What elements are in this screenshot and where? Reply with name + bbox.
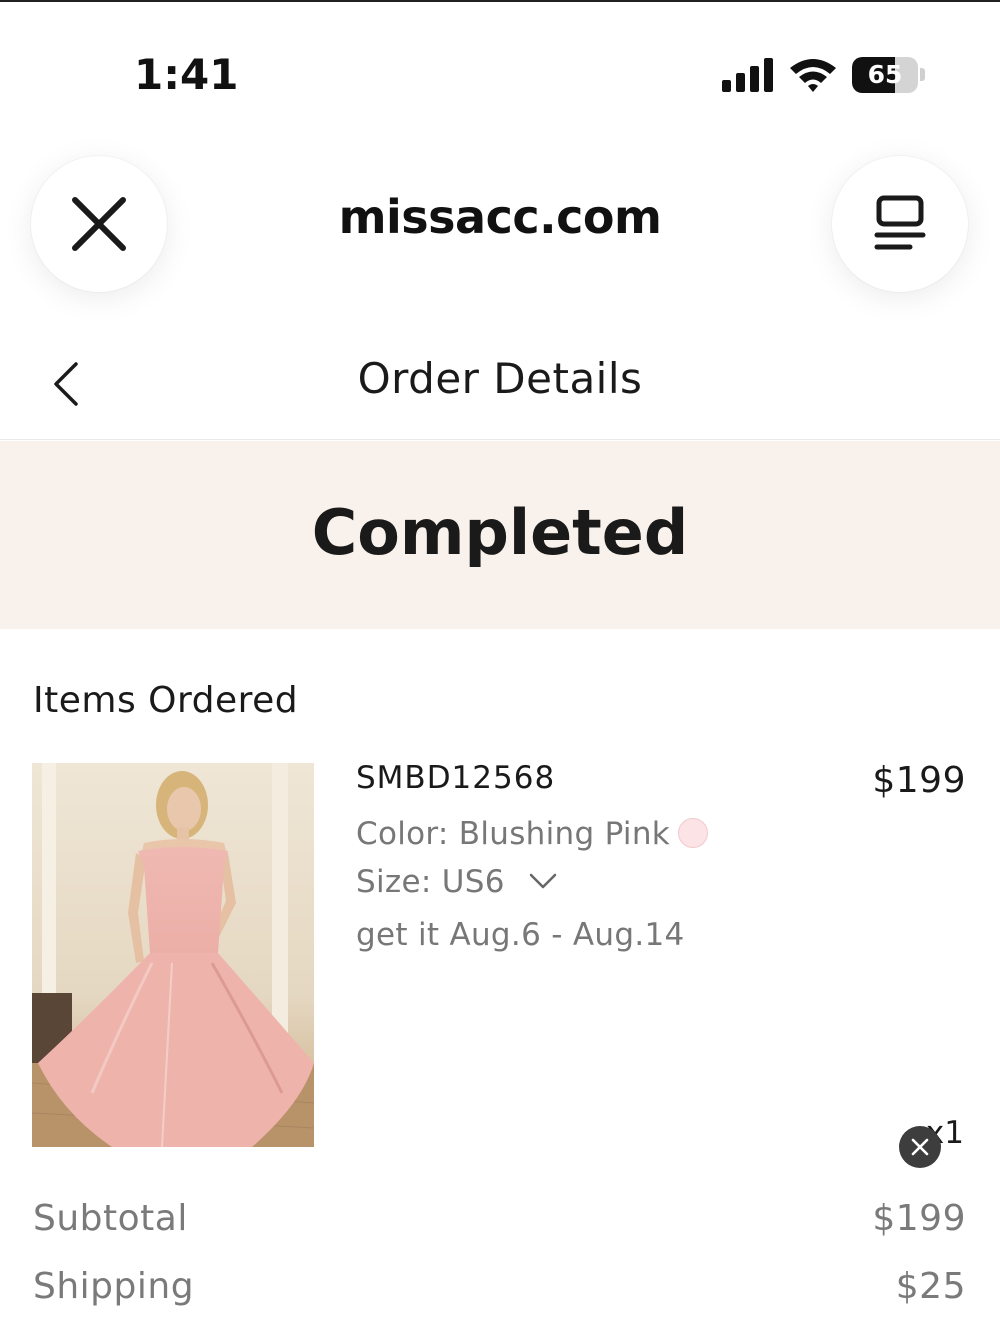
color-swatch [678, 817, 709, 848]
shipping-label: Shipping [33, 1266, 195, 1307]
subtotal-value: $199 [872, 1198, 966, 1239]
wifi-icon [790, 59, 836, 92]
close-icon [911, 1138, 929, 1156]
delivery-estimate: get it Aug.6 - Aug.14 [356, 917, 685, 953]
shipping-value: $25 [895, 1266, 966, 1307]
page-header: Order Details [0, 330, 1000, 440]
items-ordered-heading: Items Ordered [33, 680, 299, 721]
battery-nub [920, 68, 925, 81]
product-price: $199 [872, 760, 966, 801]
order-status: Completed [311, 496, 689, 569]
chevron-down-icon [529, 873, 557, 888]
size-label: Size: [356, 864, 432, 900]
color-label: Color: [356, 816, 449, 852]
status-time: 1:41 [134, 50, 239, 99]
dismiss-button[interactable] [899, 1126, 941, 1168]
status-bar: 1:41 65 [0, 0, 1000, 130]
page-title: Order Details [357, 354, 643, 403]
reader-mode-button[interactable] [832, 156, 968, 292]
product-sku[interactable]: SMBD12568 [356, 760, 555, 796]
reader-mode-icon [874, 195, 926, 250]
cellular-signal-icon [722, 56, 774, 92]
top-border [0, 0, 1000, 2]
battery-icon: 65 [852, 57, 918, 93]
battery-percent: 65 [867, 60, 903, 89]
browser-toolbar: missacc.com [0, 130, 1000, 320]
product-image[interactable] [32, 763, 314, 1147]
subtotal-label: Subtotal [33, 1198, 188, 1239]
product-size-selector[interactable]: Size: US6 [356, 864, 557, 900]
product-color: Color: Blushing Pink [356, 816, 709, 852]
color-value: Blushing Pink [458, 816, 671, 852]
order-status-banner: Completed [0, 441, 1000, 629]
size-value: US6 [441, 864, 505, 900]
